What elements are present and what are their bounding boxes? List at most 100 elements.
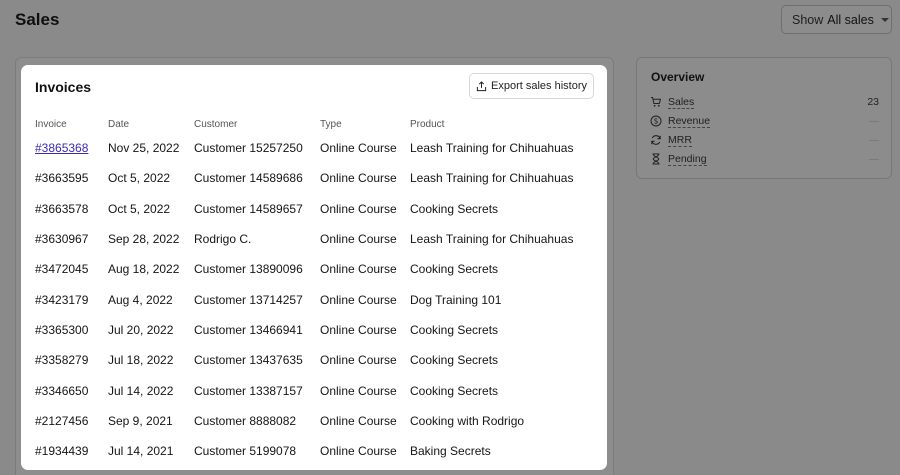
type-cell: Online Course [320,383,397,398]
cart-icon [650,96,662,108]
overview-mrr: MRR [650,132,879,148]
customer-cell: Customer 5199078 [194,444,297,459]
type-cell: Online Course [320,171,397,186]
product-cell: Leash Training for Chihuahuas [410,171,574,186]
invoice-cell: #3365300 [35,322,89,337]
table-row[interactable]: #3663578 Oct 5, 2022 Customer 14589657 O… [35,194,595,224]
svg-text:$: $ [654,117,659,126]
overview-sales-value: 23 [867,96,879,108]
date-cell: Jul 14, 2021 [108,444,174,459]
date-cell: Nov 25, 2022 [108,141,180,156]
type-cell: Online Course [320,322,397,337]
product-cell: Leash Training for Chihuahuas [410,232,574,247]
overview-revenue-empty [869,120,879,122]
overview-revenue: $ Revenue [650,113,879,129]
column-header-invoice: Invoice [35,118,67,130]
customer-cell: Customer 14589686 [194,171,303,186]
table-row[interactable]: #3358279 Jul 18, 2022 Customer 13437635 … [35,345,595,375]
invoice-cell: #3663595 [35,171,89,186]
type-cell: Online Course [320,353,397,368]
customer-cell: Customer 13437635 [194,353,303,368]
invoice-cell: #1934439 [35,444,89,459]
invoice-cell: #3630967 [35,232,89,247]
date-cell: Jul 20, 2022 [108,322,174,337]
type-cell: Online Course [320,444,397,459]
column-header-product: Product [410,118,445,130]
overview-pending-empty [869,158,879,160]
invoices-title: Invoices [35,79,92,95]
product-cell: Cooking Secrets [410,383,499,398]
overview-mrr-empty [869,139,879,141]
page-title: Sales [15,10,60,29]
overview-pending: Pending [650,151,879,167]
product-cell: Cooking Secrets [410,353,499,368]
invoice-cell: #3865368 [35,133,108,163]
overview-pending-label[interactable]: Pending [668,153,707,166]
invoice-cell: #3358279 [35,353,89,368]
date-cell: Sep 9, 2021 [108,413,173,428]
customer-cell: Customer 15257250 [194,141,303,156]
column-header-date: Date [108,118,130,130]
export-label: Export sales history [491,80,587,92]
overview-title: Overview [651,70,705,84]
invoices-modal: Invoices Export sales history Invoice Da… [21,65,607,470]
table-row[interactable]: #3346650 Jul 14, 2022 Customer 13387157 … [35,375,595,405]
export-sales-history-button[interactable]: Export sales history [469,73,594,99]
overview-panel: Overview Sales 23 $ Revenue MRR Pending [636,57,892,179]
customer-cell: Customer 14589657 [194,201,303,216]
customer-cell: Customer 13714257 [194,292,303,307]
table-row[interactable]: #3472045 Aug 18, 2022 Customer 13890096 … [35,254,595,284]
table-row[interactable]: #1934439 Jul 14, 2021 Customer 5199078 O… [35,436,595,466]
product-cell: Cooking with Rodrigo [410,413,525,428]
refresh-icon [650,134,662,146]
type-cell: Online Course [320,201,397,216]
column-header-customer: Customer [194,118,238,130]
table-row[interactable]: #3630967 Sep 28, 2022 Rodrigo C. Online … [35,224,595,254]
date-cell: Sep 28, 2022 [108,232,180,247]
product-cell: Cooking Secrets [410,322,499,337]
show-sales-filter[interactable]: Show All sales [781,5,892,34]
filter-value: All sales [827,12,874,27]
table-row[interactable]: #2127456 Sep 9, 2021 Customer 8888082 On… [35,406,595,436]
invoice-cell: #3472045 [35,262,89,277]
date-cell: Oct 5, 2022 [108,201,171,216]
export-icon [476,80,487,91]
column-header-type: Type [320,118,342,130]
invoice-cell: #3663578 [35,201,89,216]
invoice-link[interactable]: #3865368 [35,141,88,155]
customer-cell: Customer 13890096 [194,262,303,277]
customer-cell: Customer 13387157 [194,383,303,398]
date-cell: Oct 5, 2022 [108,171,171,186]
customer-cell: Customer 8888082 [194,413,297,428]
table-header-row: Invoice Date Customer Type Product [35,115,595,133]
hourglass-icon [650,153,662,165]
table-row[interactable]: #3865368 Nov 25, 2022 Customer 15257250 … [35,133,595,163]
product-cell: Baking Secrets [410,444,491,459]
type-cell: Online Course [320,141,397,156]
filter-prefix: Show [792,12,824,27]
product-cell: Dog Training 101 [410,292,502,307]
dollar-circle-icon: $ [650,115,662,127]
overview-revenue-label[interactable]: Revenue [668,115,711,128]
date-cell: Aug 4, 2022 [108,292,173,307]
type-cell: Online Course [320,262,397,277]
date-cell: Jul 14, 2022 [108,383,174,398]
type-cell: Online Course [320,413,397,428]
table-row[interactable]: #3423179 Aug 4, 2022 Customer 13714257 O… [35,284,595,314]
customer-cell: Rodrigo C. [194,232,252,247]
product-cell: Leash Training for Chihuahuas [410,141,574,156]
overview-sales-label[interactable]: Sales [668,96,695,109]
customer-cell: Customer 13466941 [194,322,303,337]
date-cell: Jul 18, 2022 [108,353,174,368]
product-cell: Cooking Secrets [410,262,499,277]
invoice-cell: #3423179 [35,292,89,307]
invoice-cell: #2127456 [35,413,89,428]
caret-down-icon [880,17,889,22]
type-cell: Online Course [320,232,397,247]
invoice-cell: #3346650 [35,383,89,398]
invoices-table: Invoice Date Customer Type Product #3865… [35,115,595,466]
table-row[interactable]: #3365300 Jul 20, 2022 Customer 13466941 … [35,315,595,345]
overview-mrr-label[interactable]: MRR [668,134,692,147]
date-cell: Aug 18, 2022 [108,262,180,277]
table-row[interactable]: #3663595 Oct 5, 2022 Customer 14589686 O… [35,163,595,193]
